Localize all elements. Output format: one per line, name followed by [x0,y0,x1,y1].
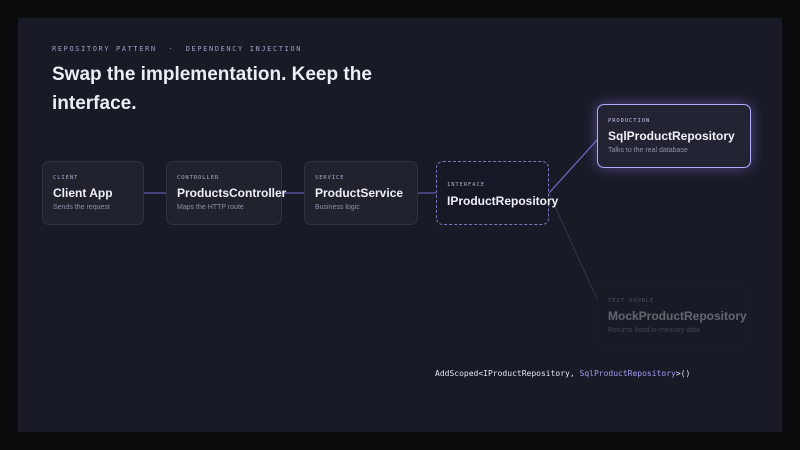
node-description: Sends the request [53,204,110,211]
node-kicker: TEST DOUBLE [608,298,655,304]
registration-code: AddScoped<IProductRepository, SqlProduct… [435,369,690,378]
node-title: Client App [53,186,113,200]
code-implementation: SqlProductRepository [579,369,676,378]
node-interface: INTERFACE IProductRepository [436,161,558,225]
node-controller: CONTROLLER ProductsController Maps the H… [166,161,286,225]
code-suffix: >() [675,369,691,378]
node-service: SERVICE ProductService Business logic [304,161,418,225]
connector-interface-test [548,192,598,300]
node-title: IProductRepository [447,194,559,208]
node-title: ProductService [315,186,404,200]
node-title: SqlProductRepository [608,129,735,143]
node-description: Returns fixed in-memory data [608,327,700,334]
diagram-canvas: REPOSITORY PATTERN · DEPENDENCY INJECTIO… [18,18,782,432]
node-kicker: PRODUCTION [608,118,651,124]
node-kicker: CLIENT [53,175,79,181]
node-client: CLIENT Client App Sends the request [42,161,144,225]
node-test-double: TEST DOUBLE MockProductRepository Return… [597,284,751,348]
node-description: Maps the HTTP route [177,204,244,211]
connector-interface-production [548,139,598,194]
node-description: Business logic [315,204,360,211]
node-title: MockProductRepository [608,309,747,323]
node-kicker: SERVICE [315,175,345,181]
node-kicker: INTERFACE [447,182,485,188]
node-kicker: CONTROLLER [177,175,220,181]
node-production: PRODUCTION SqlProductRepository Talks to… [597,104,751,168]
code-prefix: AddScoped<IProductRepository, [435,369,580,378]
node-title: ProductsController [177,186,287,200]
node-description: Talks to the real database [608,147,688,154]
